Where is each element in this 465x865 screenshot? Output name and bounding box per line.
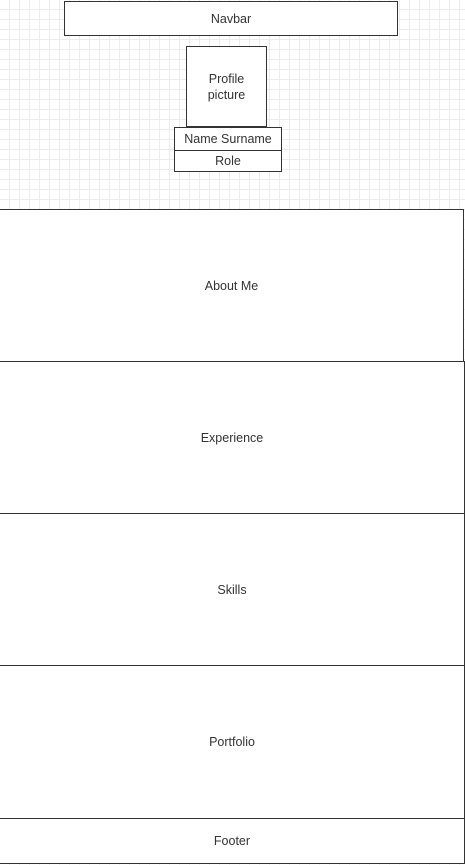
portfolio-section: Portfolio xyxy=(0,665,465,819)
role-label: Role xyxy=(215,154,241,168)
about-me-section: About Me xyxy=(0,209,464,362)
name-box: Name Surname xyxy=(174,127,282,151)
experience-label: Experience xyxy=(200,430,264,445)
role-box: Role xyxy=(174,150,282,172)
footer-label: Footer xyxy=(213,834,251,848)
experience-section: Experience xyxy=(0,361,465,514)
profile-picture-box: Profile picture xyxy=(186,46,267,127)
profile-picture-label: Profile picture xyxy=(207,71,246,102)
about-me-label: About Me xyxy=(204,278,259,293)
navbar-label: Navbar xyxy=(210,11,252,26)
portfolio-label: Portfolio xyxy=(209,735,255,749)
skills-section: Skills xyxy=(0,513,465,666)
skills-label: Skills xyxy=(217,582,247,597)
footer-box: Footer xyxy=(0,818,465,864)
navbar-box: Navbar xyxy=(64,1,398,36)
name-label: Name Surname xyxy=(184,132,272,146)
